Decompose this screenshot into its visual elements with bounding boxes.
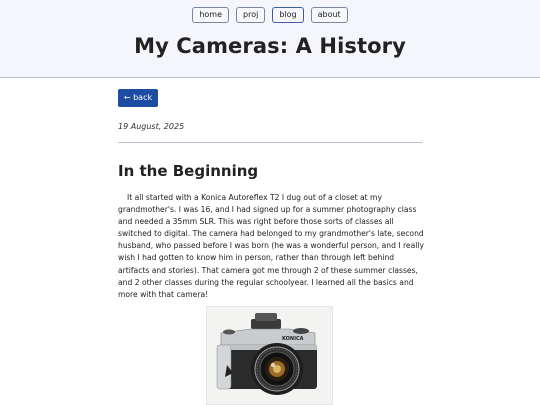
nav-bar: home proj blog about xyxy=(0,7,540,23)
nav-blog-button[interactable]: blog xyxy=(272,7,304,23)
site-header: home proj blog about My Cameras: A History xyxy=(0,0,540,78)
divider xyxy=(118,142,422,143)
nav-about-button[interactable]: about xyxy=(310,7,348,23)
brand-logo: KONICA xyxy=(282,336,304,342)
nav-home-button[interactable]: home xyxy=(192,7,229,23)
page-title: My Cameras: A History xyxy=(134,34,406,58)
camera-photo: KONICA xyxy=(206,306,333,405)
back-button[interactable]: ← back xyxy=(118,89,158,107)
nav-proj-button[interactable]: proj xyxy=(236,7,266,23)
section-heading: In the Beginning xyxy=(118,162,259,180)
post-paragraph: It all started with a Konica Autoreflex … xyxy=(118,193,424,299)
camera-illustration: KONICA xyxy=(216,313,317,395)
post-date: 19 August, 2025 xyxy=(118,122,185,131)
